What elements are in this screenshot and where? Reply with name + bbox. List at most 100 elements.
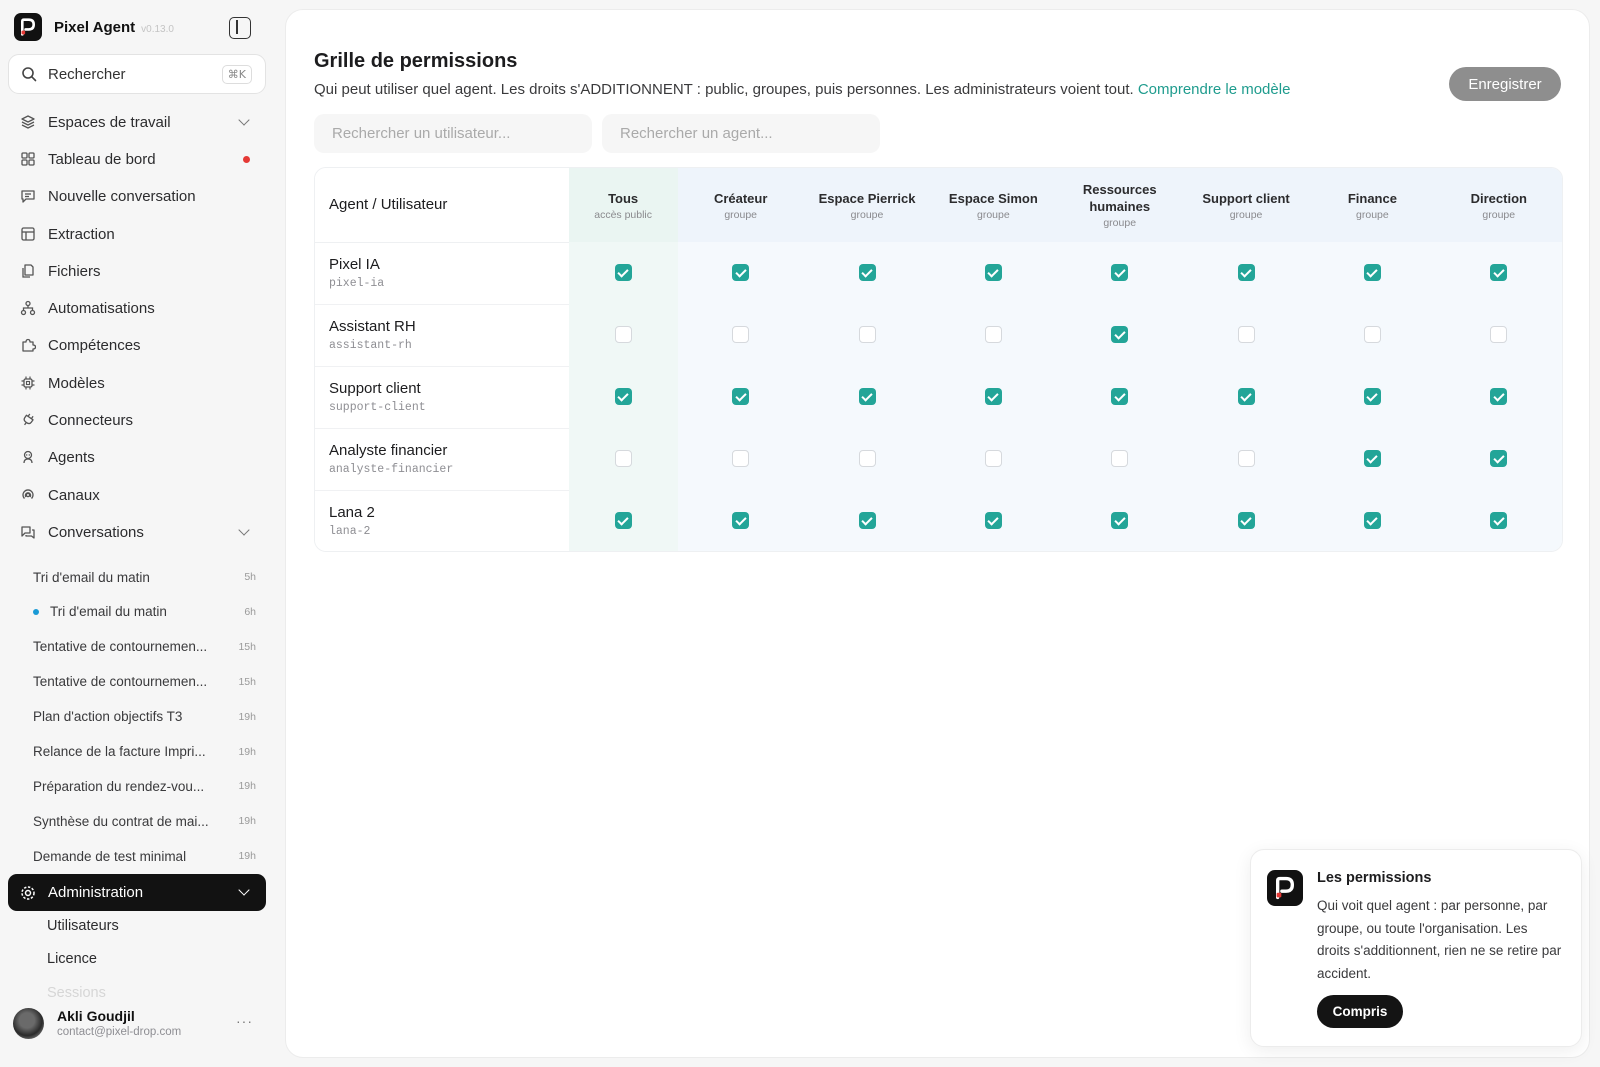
permission-checkbox[interactable] xyxy=(614,264,632,282)
sidebar-item-automatisations[interactable]: Automatisations xyxy=(8,291,266,325)
sidebar-item-espaces-de-travail[interactable]: Espaces de travail xyxy=(8,105,266,139)
permission-checkbox[interactable] xyxy=(732,450,750,468)
conversation-item[interactable]: Synthèse du contrat de mai... 19h xyxy=(33,809,256,833)
puzzle-icon xyxy=(22,338,36,352)
conversation-item[interactable]: Tentative de contournemen... 15h xyxy=(33,635,256,659)
agent-id: assistant-rh xyxy=(329,339,412,352)
permission-checkbox[interactable] xyxy=(1237,264,1255,282)
understand-model-link[interactable]: Comprendre le modèle xyxy=(1138,81,1291,98)
sidebar-item-modeles[interactable]: Modèles xyxy=(8,366,266,400)
permission-checkbox[interactable] xyxy=(858,326,876,344)
agent-search-input[interactable] xyxy=(602,114,880,153)
permission-cell xyxy=(1182,242,1310,304)
conversation-title: Relance de la facture Impri... xyxy=(33,744,206,759)
permission-checkbox[interactable] xyxy=(1237,450,1255,468)
permission-checkbox[interactable] xyxy=(984,512,1002,530)
permission-checkbox[interactable] xyxy=(1237,388,1255,406)
permission-checkbox[interactable] xyxy=(1111,388,1129,406)
sidebar-item-label: Administration xyxy=(48,884,144,901)
permission-checkbox[interactable] xyxy=(1111,264,1129,282)
permission-checkbox[interactable] xyxy=(1490,388,1508,406)
sidebar-item-fichiers[interactable]: Fichiers xyxy=(8,254,266,288)
sidebar-toggle-icon[interactable] xyxy=(229,17,251,39)
dismiss-toast-button[interactable]: Compris xyxy=(1317,995,1403,1028)
agent-cell: Support client support-client xyxy=(315,366,569,429)
permission-checkbox[interactable] xyxy=(732,264,750,282)
permission-checkbox[interactable] xyxy=(732,512,750,530)
permission-checkbox[interactable] xyxy=(1237,512,1255,530)
sidebar-item-connecteurs[interactable]: Connecteurs xyxy=(8,403,266,437)
table-icon xyxy=(21,227,35,241)
permission-checkbox[interactable] xyxy=(1111,512,1129,530)
permission-checkbox[interactable] xyxy=(1363,326,1381,344)
conversation-item[interactable]: Demande de test minimal 19h xyxy=(33,844,256,868)
column-type: groupe xyxy=(850,208,884,221)
conversation-item[interactable]: Préparation du rendez-vou... 19h xyxy=(33,774,256,798)
conversation-item[interactable]: Tri d'email du matin 6h xyxy=(33,600,256,624)
permission-cell xyxy=(1435,490,1562,551)
permission-checkbox[interactable] xyxy=(1111,326,1129,344)
permission-checkbox[interactable] xyxy=(984,450,1002,468)
permission-checkbox[interactable] xyxy=(1490,326,1508,344)
permission-checkbox[interactable] xyxy=(732,326,750,344)
permission-checkbox[interactable] xyxy=(614,512,632,530)
user-email: contact@pixel-drop.com xyxy=(57,1026,182,1038)
more-options-icon[interactable]: ··· xyxy=(236,1013,253,1029)
admin-item-license[interactable]: Licence xyxy=(47,951,97,967)
broadcast-icon xyxy=(22,489,34,499)
permission-checkbox[interactable] xyxy=(732,388,750,406)
admin-item-sessions[interactable]: Sessions xyxy=(47,985,106,1001)
permission-checkbox[interactable] xyxy=(984,388,1002,406)
permission-checkbox[interactable] xyxy=(1490,264,1508,282)
permission-cell xyxy=(1182,490,1310,551)
sidebar-item-extraction[interactable]: Extraction xyxy=(8,217,266,251)
brand[interactable]: Pixel Agent v0.13.0 xyxy=(14,13,174,41)
permission-cell xyxy=(803,304,931,366)
permission-checkbox[interactable] xyxy=(1363,450,1381,468)
conversation-item[interactable]: Plan d'action objectifs T3 19h xyxy=(33,705,256,729)
save-button[interactable]: Enregistrer xyxy=(1449,67,1561,101)
sidebar-item-nouvelle-conversation[interactable]: Nouvelle conversation xyxy=(8,179,266,213)
permission-checkbox[interactable] xyxy=(1363,512,1381,530)
permission-checkbox[interactable] xyxy=(984,264,1002,282)
sidebar-item-competences[interactable]: Compétences xyxy=(8,328,266,362)
sidebar-item-tableau-de-bord[interactable]: Tableau de bord xyxy=(8,142,266,176)
page-description: Qui peut utiliser quel agent. Les droits… xyxy=(314,81,1290,98)
permission-checkbox[interactable] xyxy=(1363,388,1381,406)
permission-checkbox[interactable] xyxy=(614,326,632,344)
user-search-input[interactable] xyxy=(314,114,592,153)
table-row: Lana 2 lana-2 xyxy=(315,490,1562,551)
sidebar-item-conversations[interactable]: Conversations xyxy=(8,515,266,549)
permission-checkbox[interactable] xyxy=(614,450,632,468)
conversation-item[interactable]: Tri d'email du matin 5h xyxy=(33,565,256,589)
admin-item-users[interactable]: Utilisateurs xyxy=(47,918,119,934)
sidebar-item-administration[interactable]: Administration xyxy=(8,874,266,911)
permission-checkbox[interactable] xyxy=(858,512,876,530)
permission-checkbox[interactable] xyxy=(1363,264,1381,282)
toast-title: Les permissions xyxy=(1317,870,1432,886)
permission-checkbox[interactable] xyxy=(1490,450,1508,468)
sidebar-item-agents[interactable]: Agents xyxy=(8,440,266,474)
permission-checkbox[interactable] xyxy=(984,326,1002,344)
permission-checkbox[interactable] xyxy=(1111,450,1129,468)
conversation-item[interactable]: Relance de la facture Impri... 19h xyxy=(33,740,256,764)
permission-checkbox[interactable] xyxy=(1237,326,1255,344)
conversation-item[interactable]: Tentative de contournemen... 15h xyxy=(33,670,256,694)
permission-checkbox[interactable] xyxy=(614,388,632,406)
column-header-ressources-humaines: Ressources humaines groupe xyxy=(1056,168,1183,242)
sidebar-item-canaux[interactable]: Canaux xyxy=(8,478,266,512)
sidebar-item-label: Connecteurs xyxy=(48,411,134,429)
permission-cell xyxy=(930,304,1057,366)
agent-name: Support client xyxy=(329,380,421,397)
permission-cell xyxy=(803,428,931,490)
permission-checkbox[interactable] xyxy=(858,388,876,406)
sidebar-search[interactable]: Rechercher ⌘K xyxy=(8,54,266,94)
permission-checkbox[interactable] xyxy=(858,264,876,282)
user-profile[interactable]: Akli Goudjil contact@pixel-drop.com ··· xyxy=(13,1003,265,1043)
column-header-tous: Tous accès public xyxy=(568,168,678,242)
permission-checkbox[interactable] xyxy=(858,450,876,468)
table-row: Support client support-client xyxy=(315,366,1562,429)
chats-icon xyxy=(21,526,35,539)
permission-cell xyxy=(677,428,804,490)
permission-checkbox[interactable] xyxy=(1490,512,1508,530)
